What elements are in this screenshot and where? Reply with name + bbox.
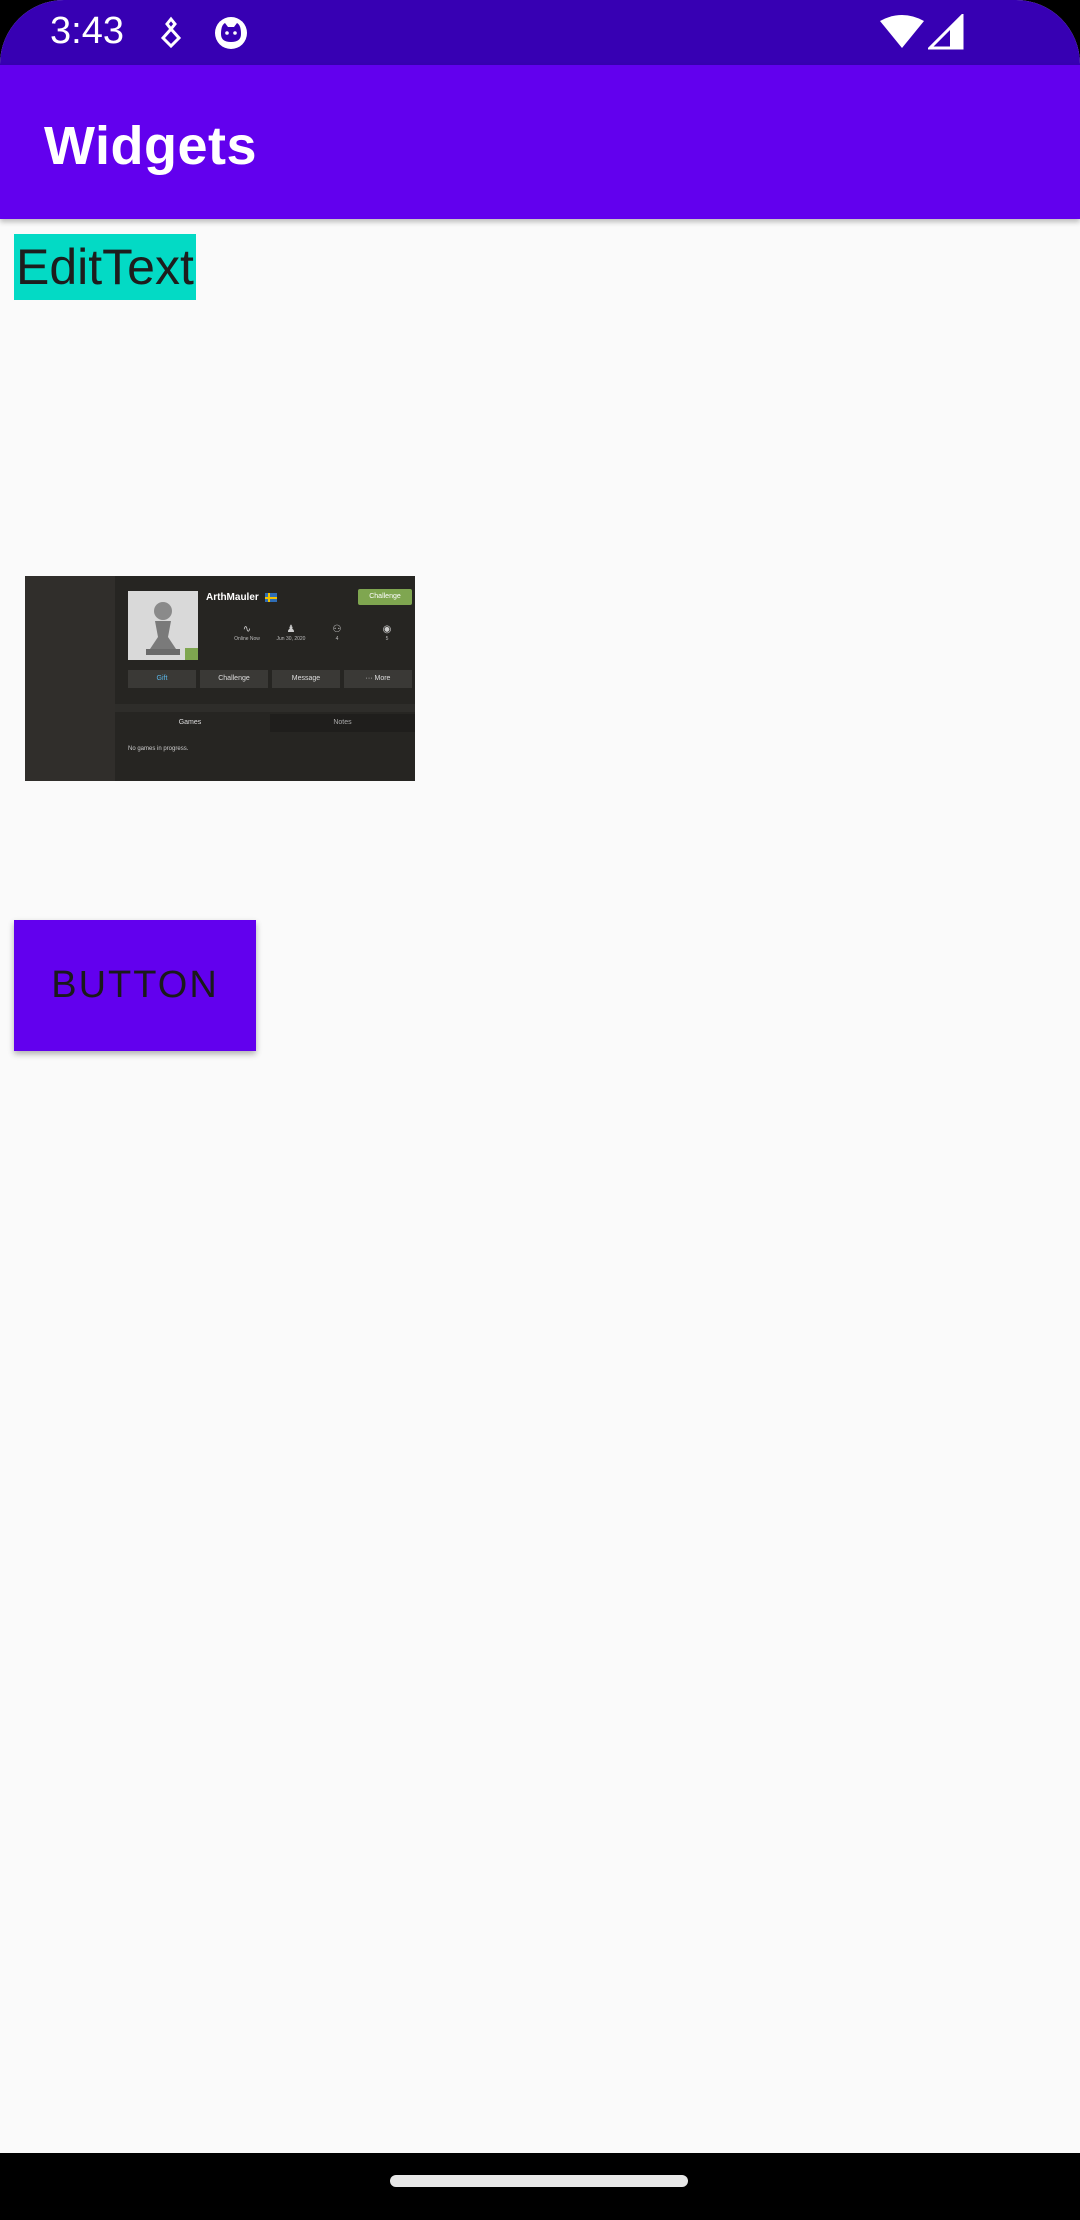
image-sidebar	[25, 576, 115, 781]
notification-app-icon	[160, 16, 182, 49]
navigation-bar	[0, 2153, 1080, 2220]
image-username: ArthMauler	[206, 592, 259, 603]
main-button[interactable]: BUTTON	[14, 920, 256, 1051]
online-status-dot	[185, 648, 198, 660]
profile-screenshot-image: ArthMauler Challenge ∿ Online Now ♟ Jun …	[25, 576, 415, 781]
image-stat-joined: ♟ Jun 30, 2020	[269, 624, 313, 642]
status-bar: 3:43	[0, 0, 1080, 65]
image-stat-friends: ⚇ 4	[315, 624, 359, 642]
edit-text-field[interactable]: EditText	[14, 234, 196, 300]
sweden-flag-icon	[265, 593, 277, 602]
image-empty-message: No games in progress.	[128, 746, 189, 752]
app-title: Widgets	[44, 116, 258, 176]
app-screen: 3:43 Widgets EditText ArthMauler Challen…	[0, 0, 1080, 2220]
image-more-button: ··· More	[344, 670, 412, 688]
image-message-button: Message	[272, 670, 340, 688]
wifi-icon	[880, 15, 924, 48]
eye-icon: ◉	[382, 624, 392, 635]
person-icon: ♟	[286, 624, 296, 635]
app-bar: Widgets	[0, 65, 1080, 219]
home-gesture-handle[interactable]	[390, 2175, 688, 2187]
friends-icon: ⚇	[332, 624, 342, 635]
image-challenge-button: Challenge	[200, 670, 268, 688]
image-challenge-badge: Challenge	[358, 589, 412, 605]
image-stat-views: ◉ 5	[365, 624, 409, 642]
image-gift-button: Gift	[128, 670, 196, 688]
cell-signal-icon	[928, 14, 964, 50]
status-time: 3:43	[50, 10, 124, 52]
image-stat-online: ∿ Online Now	[225, 624, 269, 642]
image-tab-notes: Notes	[270, 714, 415, 732]
image-tab-games: Games	[115, 714, 265, 732]
activity-icon: ∿	[242, 624, 252, 635]
cat-face-icon	[215, 17, 247, 49]
